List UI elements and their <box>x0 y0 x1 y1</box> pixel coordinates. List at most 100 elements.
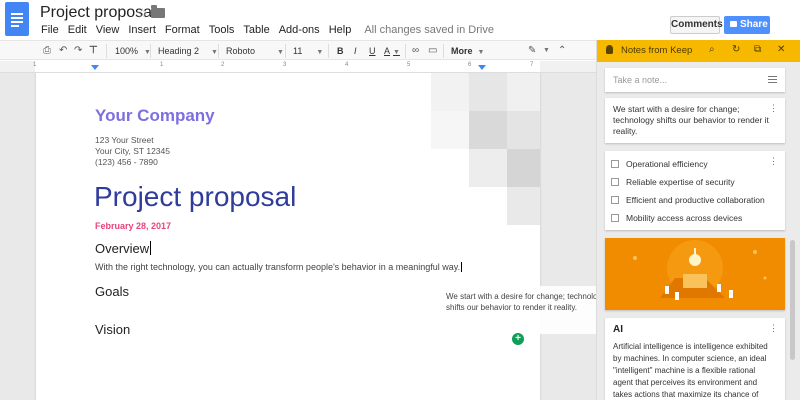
open-in-new-icon[interactable]: ⧉ <box>754 44 761 55</box>
checkbox[interactable] <box>611 178 619 186</box>
checklist-item-label: Mobility access across devices <box>626 213 743 223</box>
drop-cursor <box>461 262 463 272</box>
font-select[interactable]: Roboto ▼ <box>226 44 284 58</box>
ruler-number: 3 <box>283 62 287 68</box>
ruler: 1 1 2 3 4 5 6 7 <box>0 61 596 73</box>
decor-square <box>507 73 540 111</box>
comment-icon[interactable]: ▭ <box>428 44 437 58</box>
paint-format-icon[interactable]: ⊤ <box>89 44 98 58</box>
chevron-down-icon[interactable]: ▼ <box>543 47 550 54</box>
more-vert-icon[interactable]: ⋮ <box>769 103 778 114</box>
address-phone[interactable]: (123) 456 - 7890 <box>95 157 158 167</box>
close-icon[interactable]: ✕ <box>777 44 785 55</box>
more-label: More <box>451 46 473 56</box>
zoom-select[interactable]: 100% ▼ <box>115 44 151 58</box>
decor-square <box>469 73 507 111</box>
document-page[interactable]: Your Company 123 Your Street Your City, … <box>36 73 540 400</box>
checkbox[interactable] <box>611 214 619 222</box>
checklist-item[interactable]: Mobility access across devices <box>611 209 779 227</box>
keep-scrollbar[interactable] <box>790 240 795 360</box>
checkbox[interactable] <box>611 160 619 168</box>
menu-addons[interactable]: Add-ons <box>279 24 320 36</box>
undo-icon[interactable]: ↶ <box>59 44 67 58</box>
decor-square <box>469 149 507 187</box>
chevron-down-icon: ▼ <box>316 49 324 56</box>
folder-icon[interactable] <box>151 5 165 18</box>
keep-header: Notes from Keep ⌕ ↻ ⧉ ✕ <box>597 40 800 62</box>
star-icon[interactable]: ☆ <box>136 5 149 22</box>
text-color-label: A <box>384 46 391 56</box>
font-size-select[interactable]: 11 ▼ <box>293 44 323 58</box>
underline-button[interactable]: U <box>369 44 376 58</box>
menu-view[interactable]: View <box>96 24 120 36</box>
dragged-note-ghost[interactable]: We start with a desire for change; techn… <box>440 286 596 334</box>
add-copy-icon: + <box>512 333 524 345</box>
more-vert-icon[interactable]: ⋮ <box>769 323 778 334</box>
menu-file[interactable]: File <box>41 24 59 36</box>
ai-card-title: AI <box>613 324 623 335</box>
comments-button[interactable]: Comments <box>670 16 723 34</box>
heading-vision[interactable]: Vision <box>95 322 130 337</box>
link-icon[interactable]: ∞ <box>412 44 419 58</box>
menu-format[interactable]: Format <box>165 24 200 36</box>
right-indent-marker[interactable] <box>478 65 486 70</box>
heading-overview[interactable]: Overview <box>95 241 152 256</box>
share-button[interactable]: Share <box>724 16 770 34</box>
checkbox[interactable] <box>611 196 619 204</box>
menu-help[interactable]: Help <box>329 24 352 36</box>
checklist-item[interactable]: Operational efficiency <box>611 155 779 173</box>
chevron-down-icon: ▼ <box>477 49 485 56</box>
keep-panel: Notes from Keep ⌕ ↻ ⧉ ✕ Take a note... W… <box>596 40 800 400</box>
decor-square <box>431 111 469 149</box>
save-status: All changes saved in Drive <box>364 24 494 36</box>
menu-insert[interactable]: Insert <box>128 24 156 36</box>
lightbulb-icon <box>606 45 613 54</box>
checklist-item[interactable]: Efficient and productive collaboration <box>611 191 779 209</box>
collapse-icon[interactable]: ⌃ <box>558 44 566 58</box>
italic-button[interactable]: I <box>354 44 357 58</box>
checklist-item-label: Reliable expertise of security <box>626 177 735 187</box>
style-select[interactable]: Heading 2 ▼ <box>158 44 218 58</box>
list-icon[interactable] <box>768 76 777 83</box>
print-icon[interactable]: ⎙ <box>43 44 51 58</box>
refresh-icon[interactable]: ↻ <box>732 44 740 55</box>
keep-illustration <box>605 238 785 310</box>
more-button[interactable]: More ▼ <box>451 44 484 58</box>
decor-square <box>431 73 469 111</box>
font-value: Roboto <box>226 46 256 56</box>
decor-square <box>507 111 540 149</box>
text-color-button[interactable]: A ▼ <box>384 44 400 58</box>
document-canvas: Your Company 123 Your Street Your City, … <box>0 73 596 400</box>
dragged-note-text: We start with a desire for change; techn… <box>446 292 596 312</box>
address-city[interactable]: Your City, ST 12345 <box>95 146 170 156</box>
keep-note-card[interactable]: We start with a desire for change; techn… <box>605 98 785 143</box>
toolbar: ⎙ ↶ ↷ ⊤ 100% ▼ Heading 2 ▼ Roboto ▼ 11 ▼ B I… <box>0 40 596 60</box>
ruler-number: 1 <box>33 62 37 68</box>
keep-image-card[interactable] <box>605 238 785 310</box>
checklist-item[interactable]: Reliable expertise of security <box>611 173 779 191</box>
address-street[interactable]: 123 Your Street <box>95 135 154 145</box>
menu-tools[interactable]: Tools <box>209 24 235 36</box>
document-heading[interactable]: Project proposal <box>94 181 296 213</box>
keep-ai-card[interactable]: ⋮ AI Artificial intelligence is intellig… <box>605 318 785 400</box>
ruler-number: 1 <box>160 62 164 68</box>
decor-square <box>469 111 507 149</box>
overview-paragraph[interactable]: With the right technology, you can actua… <box>95 262 463 272</box>
ruler-number: 4 <box>345 62 349 68</box>
docs-logo-icon[interactable] <box>5 2 29 36</box>
indent-marker[interactable] <box>91 65 99 70</box>
ruler-number: 6 <box>468 62 472 68</box>
take-note-input[interactable]: Take a note... <box>605 68 785 92</box>
bold-button[interactable]: B <box>337 44 344 58</box>
heading-goals[interactable]: Goals <box>95 284 129 299</box>
heading-overview-text: Overview <box>95 241 150 256</box>
search-icon[interactable]: ⌕ <box>709 44 715 55</box>
redo-icon[interactable]: ↷ <box>74 44 82 58</box>
company-name[interactable]: Your Company <box>95 106 215 126</box>
menu-edit[interactable]: Edit <box>68 24 87 36</box>
keep-checklist-card[interactable]: ⋮ Operational efficiency Reliable expert… <box>605 151 785 230</box>
zoom-value: 100% <box>115 46 139 56</box>
pencil-icon[interactable]: ✎ <box>528 44 536 58</box>
menu-table[interactable]: Table <box>243 24 269 36</box>
document-date[interactable]: February 28, 2017 <box>95 221 171 231</box>
